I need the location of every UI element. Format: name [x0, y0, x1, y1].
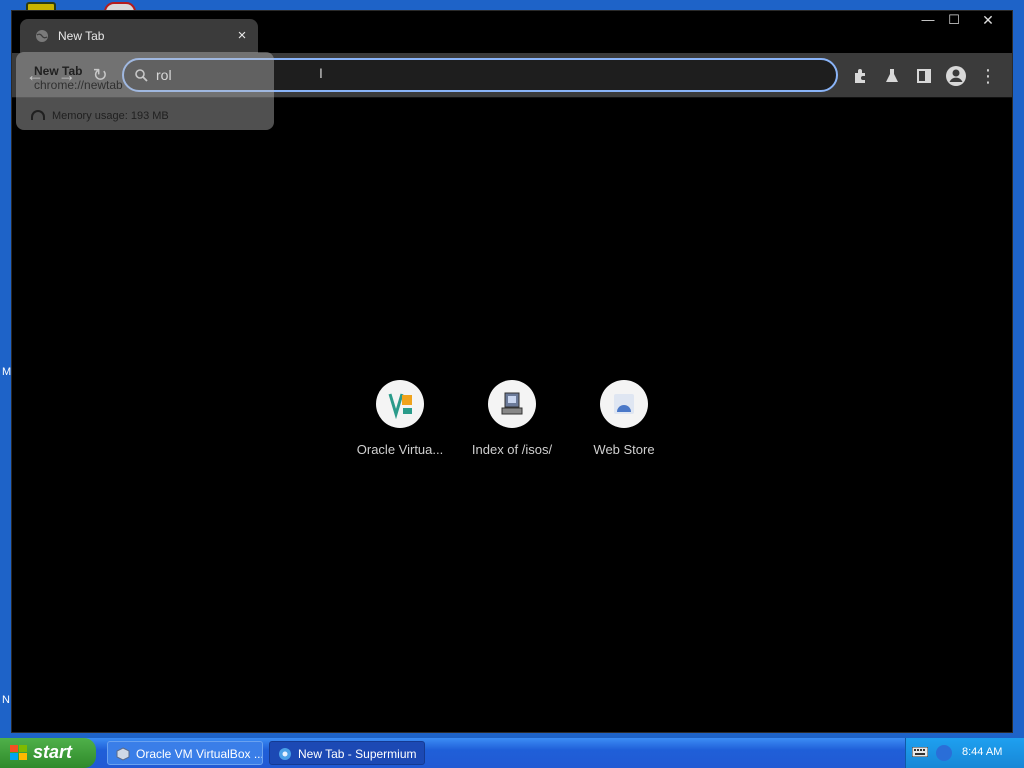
tab-new-tab[interactable]: New Tab ×	[20, 19, 258, 53]
taskbar-item-supermium[interactable]: New Tab - Supermium	[269, 741, 425, 765]
taskbar-item-label: New Tab - Supermium	[298, 747, 417, 761]
hover-card-title: New Tab	[34, 64, 83, 78]
keyboard-icon[interactable]	[912, 747, 928, 757]
profile-icon[interactable]	[944, 64, 968, 88]
shortcut-oracle-virtualbox[interactable]: Oracle Virtua...	[350, 380, 450, 457]
shortcut-index-of-isos[interactable]: Index of /isos/	[462, 380, 562, 457]
desktop-edge-letter: N	[2, 694, 10, 706]
hover-card-url: chrome://newtab	[34, 78, 123, 92]
puzzle-icon[interactable]	[848, 64, 872, 88]
tab-title: New Tab	[58, 29, 105, 43]
desktop-edge-letter: M	[2, 366, 12, 378]
shortcut-web-store[interactable]: Web Store	[574, 380, 674, 457]
hover-card-memory: Memory usage: 193 MB	[52, 110, 169, 122]
system-tray: 8:44 AM	[905, 738, 1024, 768]
text-cursor-icon: I	[319, 65, 323, 81]
virtualbox-icon	[388, 393, 412, 420]
shortcut-icon-circle	[488, 380, 536, 428]
server-icon	[501, 392, 523, 415]
shortcut-icon-circle	[376, 380, 424, 428]
start-button[interactable]: start	[0, 738, 96, 768]
tray-expand-icon[interactable]	[936, 745, 952, 761]
windows-logo-icon	[10, 745, 27, 760]
close-tab-icon[interactable]: ×	[232, 26, 252, 46]
close-window-button[interactable]: ✕	[974, 11, 1002, 31]
minimize-button[interactable]: —	[914, 11, 942, 31]
browser-icon	[279, 748, 291, 760]
title-bar: New Tab × — ☐ ✕	[12, 11, 1012, 53]
virtualbox-icon	[116, 747, 130, 761]
globe-icon	[36, 30, 48, 42]
start-label: start	[33, 742, 73, 762]
shortcut-icon-circle	[600, 380, 648, 428]
flask-icon[interactable]	[880, 64, 904, 88]
shortcut-label: Web Store	[593, 442, 655, 457]
clock: 8:44 AM	[962, 746, 1003, 758]
web-store-icon	[614, 394, 634, 414]
shortcut-label: Index of /isos/	[471, 442, 553, 457]
side-panel-icon[interactable]	[912, 64, 936, 88]
shortcut-label: Oracle Virtua...	[356, 442, 444, 457]
maximize-button[interactable]: ☐	[940, 11, 968, 31]
memory-gauge-icon	[31, 110, 45, 120]
menu-icon[interactable]: ⋮	[976, 64, 1000, 88]
taskbar-item-virtualbox[interactable]: Oracle VM VirtualBox ...	[107, 741, 263, 765]
taskbar-item-label: Oracle VM VirtualBox ...	[136, 747, 263, 761]
tab-hover-card: New Tab chrome://newtab Memory usage: 19…	[16, 52, 274, 130]
taskbar: start Oracle VM VirtualBox ... New Tab -…	[0, 738, 1024, 768]
